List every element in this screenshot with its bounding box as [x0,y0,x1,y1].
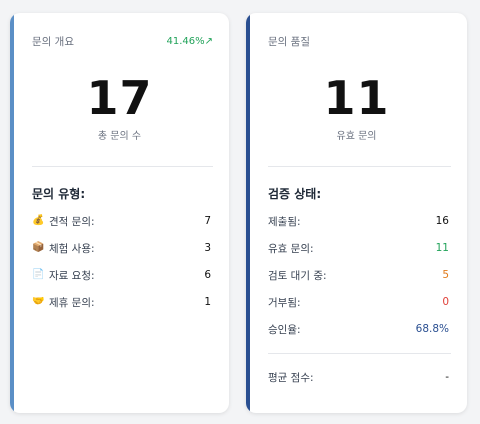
stat-value: 11 [435,242,449,254]
quality-title: 문의 품질 [268,36,310,48]
type-label: 자료 요청: [49,269,95,282]
inquiry-types-title: 문의 유형: [32,187,86,201]
type-value: 3 [204,242,211,254]
stat-row-rejected: 거부됨: 0 [268,294,449,310]
stat-value: - [445,371,449,383]
stat-label: 평균 점수: [268,371,314,384]
type-label: 견적 문의: [49,215,95,228]
valid-inquiries-value: 11 [323,71,390,125]
divider [32,166,213,167]
type-row-quote: 💰 견적 문의: 7 [32,213,211,229]
stat-value: 5 [442,269,449,281]
divider [268,353,451,354]
type-value: 7 [204,215,211,227]
overview-title: 문의 개요 [32,36,74,48]
verification-status-title: 검증 상태: [268,187,322,201]
inquiry-overview-card: 문의 개요 41.46%↗ 17 총 문의 수 문의 유형: 💰 견적 문의: … [10,13,229,413]
stat-label: 유효 문의: [268,242,314,255]
stat-label: 검토 대기 중: [268,269,327,282]
stat-row-valid: 유효 문의: 11 [268,240,449,256]
document-icon: 📄 [32,269,45,280]
stat-row-average-score: 평균 점수: - [268,369,449,385]
divider [268,166,451,167]
stat-label: 거부됨: [268,296,301,309]
stat-value: 68.8% [415,323,449,335]
overview-header: 문의 개요 41.46%↗ [32,34,213,49]
quality-header: 문의 품질 [268,34,451,49]
package-icon: 📦 [32,242,45,253]
type-value: 6 [204,269,211,281]
inquiry-quality-card: 문의 품질 11 유효 문의 검증 상태: 제출됨: 16 유효 문의: 11 … [246,13,467,413]
type-label: 제휴 문의: [49,296,95,309]
type-value: 1 [204,296,211,308]
type-row-trial: 📦 체험 사용: 3 [32,240,211,256]
stat-value: 16 [435,215,449,227]
total-inquiries-value: 17 [86,71,153,125]
money-bag-icon: 💰 [32,215,45,226]
total-inquiries-label: 총 문의 수 [97,131,142,142]
stat-row-approval-rate: 승인율: 68.8% [268,321,449,337]
type-row-partnership: 🤝 제휴 문의: 1 [32,294,211,310]
stat-row-submitted: 제출됨: 16 [268,213,449,229]
type-row-material: 📄 자료 요청: 6 [32,267,211,283]
handshake-icon: 🤝 [32,296,45,307]
type-label: 체험 사용: [49,242,95,255]
stat-row-pending: 검토 대기 중: 5 [268,267,449,283]
stat-label: 제출됨: [268,215,301,228]
trend-indicator: 41.46%↗ [166,36,213,47]
stat-value: 0 [442,296,449,308]
stat-label: 승인율: [268,323,301,336]
valid-inquiries-label: 유효 문의 [336,131,377,142]
